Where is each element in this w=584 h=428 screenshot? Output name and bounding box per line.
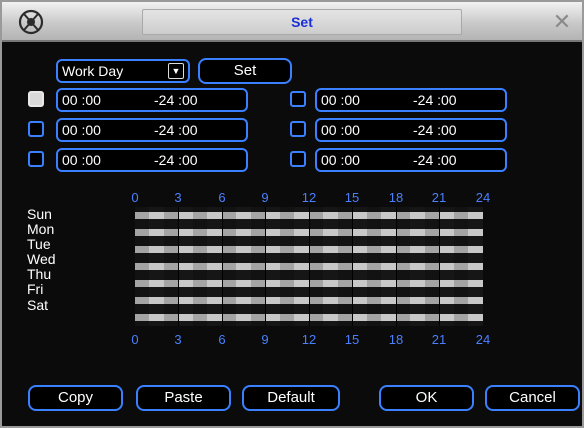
set-button[interactable]: Set — [198, 58, 292, 84]
ok-button[interactable]: OK — [379, 385, 474, 411]
period-2-start[interactable]: 00 :00 — [62, 120, 101, 140]
hour-label-bottom: 21 — [431, 332, 447, 347]
grid-shade — [251, 207, 265, 326]
grid-shade — [309, 207, 323, 326]
paste-button[interactable]: Paste — [136, 385, 231, 411]
schedule-grid[interactable] — [135, 207, 483, 326]
hour-label-top: 24 — [475, 190, 491, 205]
grid-shade — [193, 207, 207, 326]
period-2-end[interactable]: -24 :00 — [154, 120, 198, 140]
hour-label-bottom: 9 — [261, 332, 269, 347]
cancel-button[interactable]: Cancel — [485, 385, 580, 411]
period-6-time[interactable]: 00 :00 -24 :00 — [315, 148, 507, 172]
day-label-mon: Mon — [27, 221, 55, 237]
period-4-checkbox[interactable] — [290, 91, 306, 107]
period-2-time[interactable]: 00 :00 -24 :00 — [56, 118, 248, 142]
period-3-checkbox[interactable] — [28, 151, 44, 167]
period-4-end[interactable]: -24 :00 — [413, 90, 457, 110]
period-dropdown-value: Work Day — [62, 63, 124, 79]
day-label-tue: Tue — [27, 236, 51, 252]
grid-shade — [135, 207, 149, 326]
hour-label-top: 12 — [301, 190, 317, 205]
window-title: Set — [291, 14, 313, 30]
grid-shade — [367, 207, 381, 326]
period-5-start[interactable]: 00 :00 — [321, 120, 360, 140]
grid-shade — [164, 207, 178, 326]
grid-line — [222, 207, 223, 326]
hour-label-bottom: 0 — [131, 332, 139, 347]
day-label-wed: Wed — [27, 251, 56, 267]
hour-label-bottom: 24 — [475, 332, 491, 347]
close-icon[interactable]: ✕ — [550, 10, 574, 34]
period-5-end[interactable]: -24 :00 — [413, 120, 457, 140]
period-dropdown[interactable]: Work Day ▼ — [56, 59, 190, 83]
title-bar: Set ✕ — [2, 2, 582, 42]
period-6-end[interactable]: -24 :00 — [413, 150, 457, 170]
grid-shade — [338, 207, 352, 326]
day-label-sat: Sat — [27, 297, 49, 313]
grid-line — [439, 207, 440, 326]
grid-line — [396, 207, 397, 326]
period-4-start[interactable]: 00 :00 — [321, 90, 360, 110]
grid-line — [352, 207, 353, 326]
period-4-time[interactable]: 00 :00 -24 :00 — [315, 88, 507, 112]
day-label-thu: Thu — [27, 266, 52, 282]
period-3-time[interactable]: 00 :00 -24 :00 — [56, 148, 248, 172]
hour-label-top: 6 — [218, 190, 226, 205]
day-label-sun: Sun — [27, 206, 52, 222]
period-3-start[interactable]: 00 :00 — [62, 150, 101, 170]
hour-label-bottom: 18 — [388, 332, 404, 347]
hour-label-top: 9 — [261, 190, 269, 205]
hour-label-bottom: 6 — [218, 332, 226, 347]
period-1-checkbox[interactable] — [28, 91, 44, 107]
grid-line — [309, 207, 310, 326]
grid-shade — [454, 207, 468, 326]
grid-shade — [396, 207, 410, 326]
period-1-end[interactable]: -24 :00 — [154, 90, 198, 110]
logo-icon — [18, 9, 44, 35]
period-5-checkbox[interactable] — [290, 121, 306, 137]
period-6-start[interactable]: 00 :00 — [321, 150, 360, 170]
hour-label-bottom: 3 — [174, 332, 182, 347]
hour-label-top: 0 — [131, 190, 139, 205]
copy-button[interactable]: Copy — [28, 385, 123, 411]
set-dialog: Set ✕ Work Day ▼ Set 00 :00 -24 :00 00 :… — [0, 0, 584, 428]
hour-label-top: 18 — [388, 190, 404, 205]
default-button[interactable]: Default — [242, 385, 340, 411]
period-6-checkbox[interactable] — [290, 151, 306, 167]
period-1-start[interactable]: 00 :00 — [62, 90, 101, 110]
title-plate: Set — [142, 9, 462, 35]
grid-shade — [425, 207, 439, 326]
period-1-time[interactable]: 00 :00 -24 :00 — [56, 88, 248, 112]
chevron-down-icon[interactable]: ▼ — [168, 63, 184, 79]
period-3-end[interactable]: -24 :00 — [154, 150, 198, 170]
period-2-checkbox[interactable] — [28, 121, 44, 137]
day-label-fri: Fri — [27, 281, 44, 297]
hour-label-bottom: 12 — [301, 332, 317, 347]
grid-line — [265, 207, 266, 326]
period-5-time[interactable]: 00 :00 -24 :00 — [315, 118, 507, 142]
hour-label-top: 3 — [174, 190, 182, 205]
hour-label-top: 21 — [431, 190, 447, 205]
grid-shade — [280, 207, 294, 326]
grid-shade — [222, 207, 236, 326]
grid-line — [178, 207, 179, 326]
hour-label-top: 15 — [344, 190, 360, 205]
hour-label-bottom: 15 — [344, 332, 360, 347]
